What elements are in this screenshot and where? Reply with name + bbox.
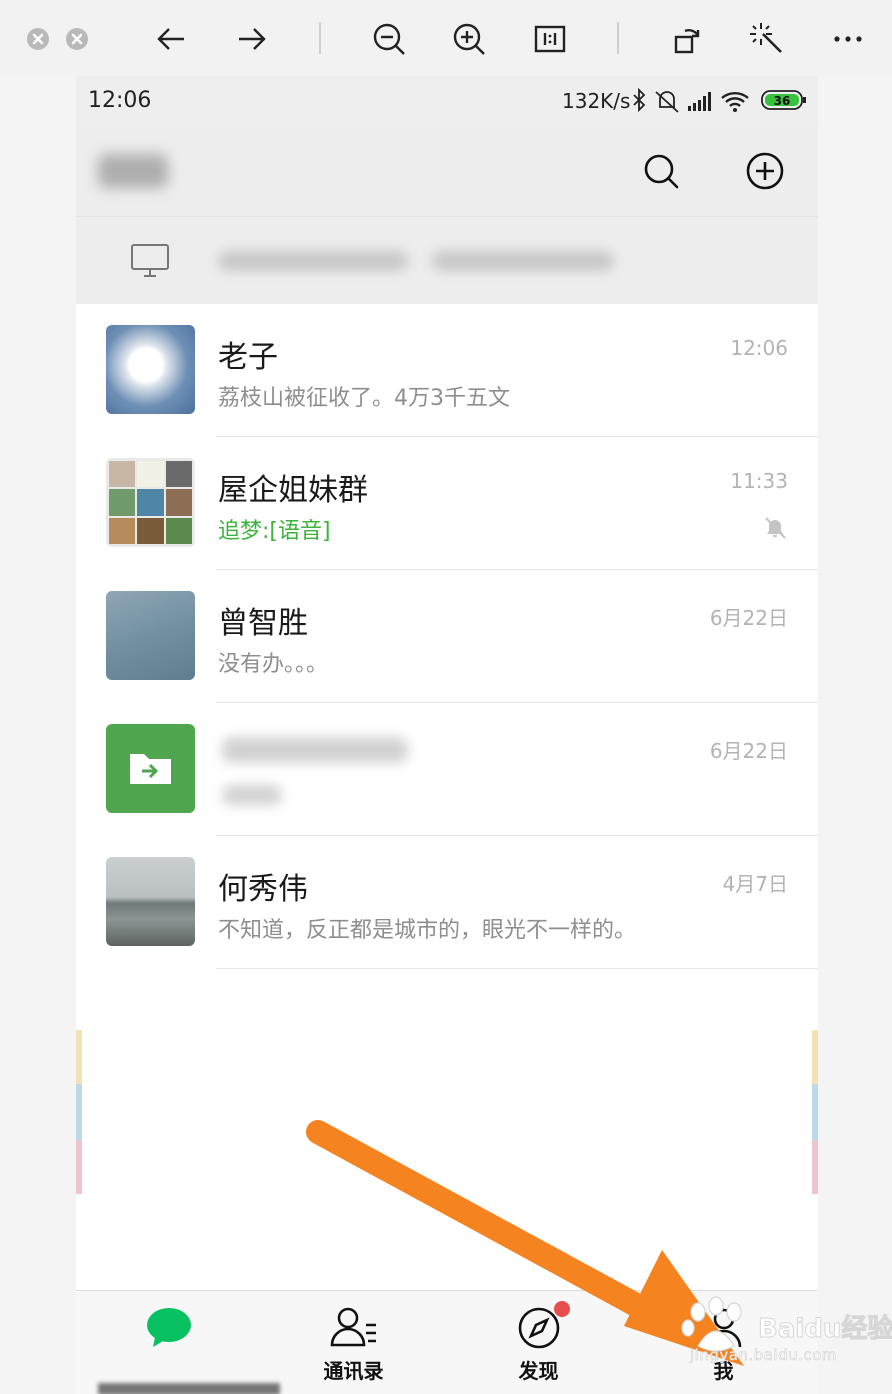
watermark-url: jingyan.baidu.com: [690, 1346, 837, 1365]
baidu-watermark: Baidu经验 jingyan.baidu.com: [676, 1292, 892, 1374]
annotation-arrow: [306, 1120, 744, 1366]
paw-logo-icon: [681, 1296, 742, 1352]
watermark-text: Baidu经验: [757, 1314, 892, 1345]
